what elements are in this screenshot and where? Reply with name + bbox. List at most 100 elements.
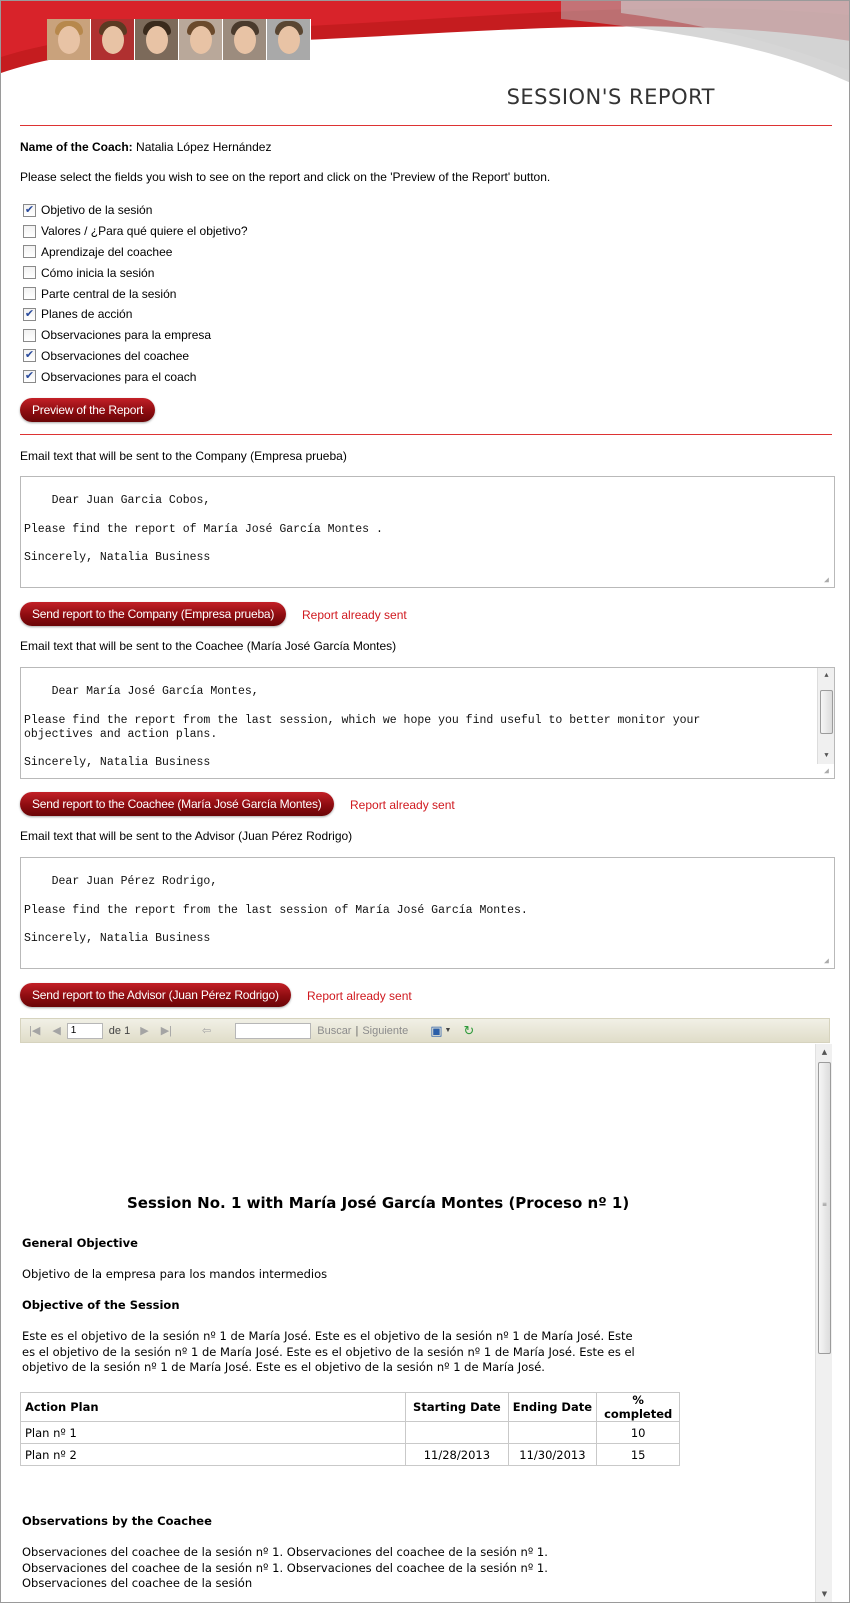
general-objective-text: Objetivo de la empresa para los mandos i… [22, 1267, 328, 1281]
refresh-icon[interactable]: ↻ [463, 1023, 474, 1039]
checkbox-checked[interactable]: ✔ [23, 370, 36, 384]
next-page-icon[interactable]: ▶ [140, 1024, 148, 1037]
table-cell: 10 [596, 1421, 680, 1444]
table-row: Plan nº 2 11/28/2013 11/30/2013 15 [20, 1443, 680, 1466]
checkbox-checked[interactable]: ✔ [23, 349, 36, 363]
column-header: % completed [596, 1392, 680, 1422]
field-checkbox-row[interactable]: Parte central de la sesión [23, 283, 248, 304]
field-checkbox-label: Planes de acción [41, 307, 133, 322]
field-checkbox-label: Observaciones para el coach [41, 369, 197, 384]
page-number-input[interactable] [66, 1022, 103, 1039]
scrollbar-thumb[interactable] [820, 690, 833, 734]
field-checkbox-row[interactable]: Cómo inicia la sesión [23, 262, 248, 283]
field-checkbox-row[interactable]: Aprendizaje del coachee [23, 242, 248, 263]
export-dropdown-icon[interactable]: ▼ [445, 1027, 452, 1034]
first-page-icon[interactable]: |◀ [29, 1024, 40, 1037]
checkbox-unchecked[interactable] [23, 328, 36, 342]
preview-report-button[interactable]: Preview of the Report [20, 398, 156, 422]
person-photo-5 [223, 19, 267, 60]
company-email-text: Dear Juan Garcia Cobos, Please find the … [24, 494, 383, 565]
report-fields-checklist: ✔ Objetivo de la sesión Valores / ¿Para qu… [23, 200, 248, 387]
back-to-parent-icon[interactable]: ⇦ [202, 1024, 211, 1037]
resize-grip-icon[interactable]: ◢ [824, 577, 832, 585]
coachee-email-text: Dear María José García Montes, Please fi… [24, 685, 701, 770]
field-checkbox-row[interactable]: ✔ Observaciones del coachee [23, 346, 248, 367]
column-header: Ending Date [507, 1392, 598, 1422]
column-header: Action Plan [20, 1392, 407, 1422]
report-title: Session No. 1 with María José García Mon… [127, 1194, 630, 1212]
field-checkbox-label: Objetivo de la sesión [41, 203, 153, 218]
field-checkbox-row[interactable]: ✔ Planes de acción [23, 304, 248, 325]
scroll-down-arrow-icon[interactable]: ▼ [818, 748, 835, 764]
company-email-textarea[interactable]: Dear Juan Garcia Cobos, Please find the … [20, 476, 835, 588]
checkbox-unchecked[interactable] [23, 224, 36, 238]
instruction-text: Please select the fields you wish to see… [20, 170, 551, 184]
find-link[interactable]: Buscar [317, 1025, 351, 1037]
scrollbar-grip-icon: ≡ [822, 1201, 828, 1208]
toolbar-separator: | [355, 1024, 359, 1037]
scroll-up-arrow-icon[interactable]: ▲ [818, 668, 835, 684]
scroll-up-arrow-icon[interactable]: ▲ [816, 1044, 832, 1060]
header-photo-strip [47, 19, 311, 60]
report-viewer: Session No. 1 with María José García Mon… [20, 1044, 832, 1602]
app-window: SESSION'S REPORT Name of the Coach: Nata… [0, 0, 850, 1603]
resize-grip-icon[interactable]: ◢ [824, 768, 832, 776]
checkbox-checked[interactable]: ✔ [23, 307, 36, 321]
session-objective-text: Este es el objetivo de la sesión nº 1 de… [22, 1329, 635, 1374]
person-photo-6 [267, 19, 311, 60]
coachee-textarea-scrollbar[interactable]: ▲ ▼ [817, 668, 834, 764]
field-checkbox-label: Cómo inicia la sesión [41, 265, 155, 280]
table-row: Plan nº 1 10 [20, 1421, 680, 1444]
field-checkbox-row[interactable]: ✔ Observaciones para el coach [23, 366, 248, 387]
send-coachee-button[interactable]: Send report to the Coachee (María José G… [20, 792, 334, 816]
person-photo-3 [135, 19, 179, 60]
checkbox-unchecked[interactable] [23, 287, 36, 301]
page-header [1, 1, 849, 83]
table-cell: Plan nº 2 [20, 1443, 407, 1466]
company-email-label: Email text that will be sent to the Comp… [20, 449, 347, 463]
person-photo-2 [91, 19, 135, 60]
field-checkbox-row[interactable]: ✔ Objetivo de la sesión [23, 200, 248, 221]
previous-page-icon[interactable]: ◀ [52, 1024, 60, 1037]
field-checkbox-label: Observaciones para la empresa [41, 328, 212, 343]
coachee-observations-text: Observaciones del coachee de la sesión n… [22, 1545, 548, 1590]
coachee-sent-status: Report already sent [350, 798, 455, 812]
table-cell [507, 1421, 598, 1444]
table-header-row: Action Plan Starting Date Ending Date % … [20, 1392, 680, 1422]
company-sent-status: Report already sent [302, 608, 407, 622]
report-viewer-toolbar: |◀ ◀ de 1 ▶ ▶| ⇦ Buscar | Siguiente ▣ ▼ … [20, 1018, 830, 1043]
person-photo-1 [47, 19, 91, 60]
action-plan-table: Action Plan Starting Date Ending Date % … [20, 1392, 680, 1466]
table-cell: 11/30/2013 [507, 1443, 598, 1466]
send-advisor-button[interactable]: Send report to the Advisor (Juan Pérez R… [20, 983, 291, 1007]
coachee-email-label: Email text that will be sent to the Coac… [20, 639, 397, 653]
resize-grip-icon[interactable]: ◢ [824, 958, 832, 966]
send-company-button[interactable]: Send report to the Company (Empresa prue… [20, 602, 287, 626]
scroll-down-arrow-icon[interactable]: ▼ [816, 1586, 832, 1602]
table-cell: 15 [596, 1443, 680, 1466]
checkbox-checked[interactable]: ✔ [23, 203, 36, 217]
table-cell [405, 1421, 509, 1444]
checkbox-unchecked[interactable] [23, 245, 36, 259]
advisor-email-label: Email text that will be sent to the Advi… [20, 829, 353, 843]
table-cell: 11/28/2013 [405, 1443, 509, 1466]
field-checkbox-row[interactable]: Valores / ¿Para qué quiere el objetivo? [23, 221, 248, 242]
column-header: Starting Date [405, 1392, 509, 1422]
field-checkbox-label: Aprendizaje del coachee [41, 244, 173, 259]
find-next-link[interactable]: Siguiente [362, 1025, 408, 1037]
last-page-icon[interactable]: ▶| [161, 1024, 172, 1037]
checkbox-unchecked[interactable] [23, 266, 36, 280]
general-objective-heading: General Objective [22, 1236, 138, 1250]
coachee-email-textarea[interactable]: Dear María José García Montes, Please fi… [20, 667, 835, 779]
field-checkbox-row[interactable]: Observaciones para la empresa [23, 325, 248, 346]
coach-name-label: Name of the Coach: [20, 140, 133, 154]
field-checkbox-label: Observaciones del coachee [41, 348, 190, 363]
find-text-input[interactable] [235, 1022, 312, 1039]
table-cell: Plan nº 1 [20, 1421, 407, 1444]
scrollbar-thumb[interactable]: ≡ [818, 1062, 831, 1354]
advisor-email-textarea[interactable]: Dear Juan Pérez Rodrigo, Please find the… [20, 857, 835, 969]
report-viewer-scrollbar[interactable]: ▲ ≡ ▼ [815, 1044, 832, 1602]
coach-name-line: Name of the Coach: Natalia López Hernánd… [20, 140, 832, 154]
export-save-icon[interactable]: ▣ [430, 1023, 442, 1039]
coachee-observations-heading: Observations by the Coachee [22, 1514, 212, 1528]
